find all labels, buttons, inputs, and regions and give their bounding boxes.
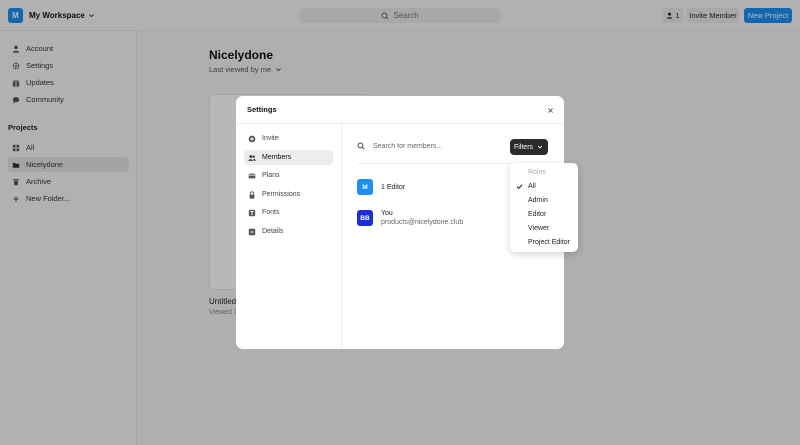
option-label: Project Editor <box>528 238 571 246</box>
search-icon <box>357 142 365 150</box>
menu-item-label: Details <box>262 228 284 235</box>
option-label: Admin <box>528 196 548 204</box>
menu-item-label: Permissions <box>262 191 301 198</box>
users-icon <box>248 154 256 162</box>
card-icon <box>248 172 256 180</box>
avatar: BB <box>357 210 373 226</box>
settings-menu-plans[interactable]: Plans <box>244 168 333 183</box>
dropdown-heading-label: Roles <box>528 168 546 176</box>
filter-option-viewer[interactable]: Viewer <box>510 222 578 234</box>
member-search <box>357 142 483 150</box>
menu-item-label: Fonts <box>262 209 280 216</box>
member-name: You <box>381 210 393 217</box>
settings-menu-permissions[interactable]: Permissions <box>244 187 333 202</box>
settings-menu-fonts[interactable]: Fonts <box>244 205 333 220</box>
plus-circle-icon <box>248 135 256 143</box>
avatar: M <box>357 179 373 195</box>
dropdown-heading: Roles <box>510 166 578 178</box>
modal-header-divider <box>236 123 564 124</box>
member-row[interactable]: M 1 Editor <box>357 179 405 195</box>
filters-label: Filters <box>513 143 534 151</box>
lock-icon <box>248 190 256 199</box>
settings-menu-details[interactable]: Details <box>244 224 333 239</box>
option-label: Viewer <box>528 224 550 232</box>
filter-option-admin[interactable]: Admin <box>510 194 578 206</box>
menu-item-label: Plans <box>262 172 280 179</box>
check-icon <box>515 182 523 190</box>
font-icon <box>248 209 256 217</box>
close-icon <box>546 106 554 114</box>
member-email: products@nicelydone.club <box>381 219 464 226</box>
filters-dropdown: Roles All Admin Editor Viewer Project Ed… <box>510 163 578 252</box>
close-button[interactable] <box>545 105 555 115</box>
member-search-input[interactable] <box>373 142 483 150</box>
chevron-down-icon <box>536 143 544 151</box>
filters-button[interactable]: Filters <box>510 139 548 155</box>
menu-item-label: Members <box>262 154 292 161</box>
member-name: 1 Editor <box>381 183 406 191</box>
menu-item-label: Invite <box>262 135 279 142</box>
filter-option-project-editor[interactable]: Project Editor <box>510 236 578 248</box>
option-label: Editor <box>528 210 547 218</box>
modal-title: Settings <box>247 105 277 114</box>
settings-menu-invite[interactable]: Invite <box>244 131 333 146</box>
filter-option-all[interactable]: All <box>510 180 578 192</box>
settings-menu-members[interactable]: Members <box>244 150 333 165</box>
filter-option-editor[interactable]: Editor <box>510 208 578 220</box>
option-label: All <box>528 182 536 190</box>
details-icon <box>248 228 256 236</box>
modal-column-divider <box>341 124 342 349</box>
member-row[interactable]: BB You products@nicelydone.club <box>357 210 463 226</box>
